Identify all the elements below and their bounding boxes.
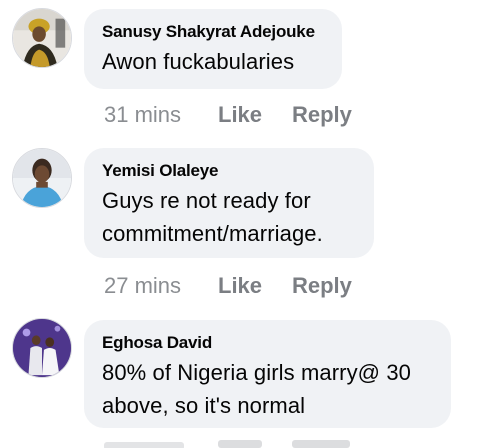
avatar[interactable]: [12, 148, 72, 208]
comment-bubble: Eghosa David 80% of Nigeria girls marry@…: [84, 320, 451, 428]
profile-photo-icon: [13, 9, 71, 67]
comment-author[interactable]: Yemisi Olaleye: [102, 160, 356, 182]
reply-button[interactable]: Reply: [292, 102, 352, 128]
comment-author[interactable]: Sanusy Shakyrat Adejouke: [102, 21, 324, 43]
comment-thread: Sanusy Shakyrat Adejouke Awon fuckabular…: [0, 0, 480, 448]
like-button[interactable]: [218, 440, 262, 448]
comment-actions: 31 mins Like Reply: [104, 102, 352, 128]
comment-timestamp[interactable]: 31 mins: [104, 102, 218, 128]
reply-button[interactable]: [292, 440, 350, 448]
comment-timestamp[interactable]: 27 mins: [104, 273, 218, 299]
like-button[interactable]: Like: [218, 102, 292, 128]
comment-text: commitment/marriage.: [102, 221, 323, 246]
comment-actions: 27 mins Like Reply: [104, 273, 352, 299]
avatar[interactable]: [12, 318, 72, 378]
comment-actions-cut-off: [0, 438, 480, 448]
like-button[interactable]: Like: [218, 273, 292, 299]
comment-text: Guys re not ready for: [102, 188, 311, 213]
comment-bubble: Sanusy Shakyrat Adejouke Awon fuckabular…: [84, 9, 342, 89]
comment-text: Awon fuckabularies: [102, 49, 295, 74]
avatar[interactable]: [12, 8, 72, 68]
profile-photo-icon: [13, 149, 71, 207]
profile-photo-icon: [13, 319, 71, 377]
comment-text: 80% of Nigeria girls marry@ 30: [102, 360, 411, 385]
comment-bubble: Yemisi Olaleye Guys re not ready for com…: [84, 148, 374, 258]
reply-button[interactable]: Reply: [292, 273, 352, 299]
comment-timestamp[interactable]: [104, 442, 184, 448]
comment-author[interactable]: Eghosa David: [102, 332, 433, 354]
comment-text: above, so it's normal: [102, 393, 306, 418]
